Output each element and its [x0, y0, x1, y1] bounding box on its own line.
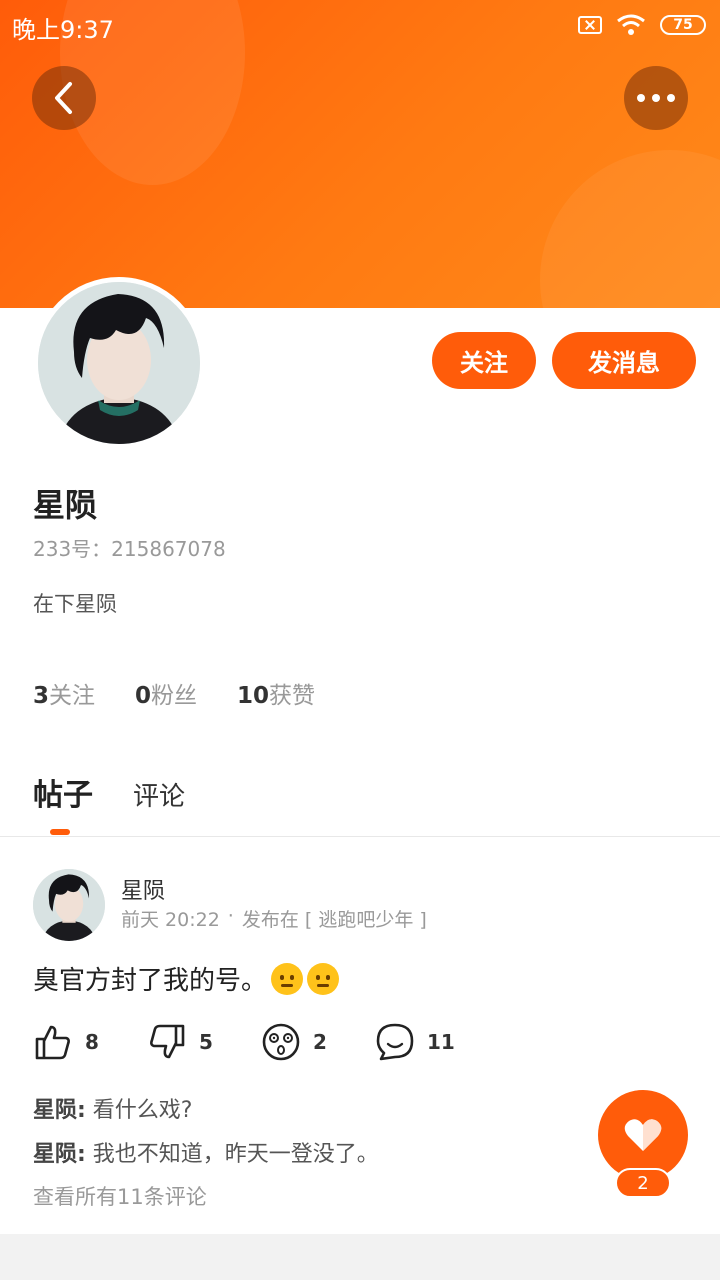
comment-count: 11 [427, 1030, 455, 1054]
comment-preview[interactable]: 星陨: 我也不知道，昨天一登没了。 [33, 1136, 379, 1168]
post-text: 臭官方封了我的号。 [33, 966, 268, 996]
like-count: 8 [85, 1030, 99, 1054]
avatar-image [38, 282, 200, 444]
meta-separator: · [227, 905, 234, 927]
thumbs-up-icon [35, 1025, 70, 1060]
comment-bubble-icon [376, 1023, 414, 1061]
more-button[interactable] [624, 66, 688, 130]
comment-text: 看什么戏? [85, 1098, 193, 1123]
more-dots-icon [637, 94, 675, 102]
post-time: 前天 20:22 [121, 909, 220, 931]
frown-emoji-icon [307, 962, 340, 995]
avatar-image [33, 869, 105, 941]
comment-author: 星陨: [33, 1142, 86, 1167]
status-icons: 75 [578, 14, 706, 36]
wifi-icon [617, 14, 645, 35]
stat-followers[interactable]: 0粉丝 [135, 676, 197, 710]
content-tabs: 帖子 评论 [33, 770, 185, 814]
dizzy-reaction-button[interactable]: 2 [261, 1022, 375, 1062]
banner-decoration [540, 150, 720, 308]
post-body[interactable]: 臭官方封了我的号。 [33, 960, 340, 997]
frown-emoji-icon [271, 962, 304, 995]
battery-level: 75 [673, 17, 693, 33]
like-fab-button[interactable] [598, 1090, 688, 1180]
profile-avatar[interactable] [33, 277, 205, 449]
back-button[interactable] [32, 66, 96, 130]
profile-name: 星陨 [33, 486, 98, 524]
status-bar: 晚上9:37 75 [0, 0, 720, 52]
profile-stats: 3关注 0粉丝 10获赞 [33, 676, 315, 710]
dislike-count: 5 [199, 1030, 213, 1054]
dislike-button[interactable]: 5 [147, 1022, 261, 1062]
tab-posts[interactable]: 帖子 [33, 770, 93, 814]
comment-button[interactable]: 11 [375, 1022, 489, 1062]
fab-like-count: 2 [615, 1168, 671, 1198]
send-message-button[interactable]: 发消息 [552, 332, 696, 389]
next-post-edge [0, 1234, 720, 1280]
view-all-comments-link[interactable]: 查看所有11条评论 [33, 1181, 207, 1211]
chevron-left-icon [55, 82, 72, 114]
comment-preview[interactable]: 星陨: 看什么戏? [33, 1092, 192, 1124]
post-author-avatar[interactable] [33, 869, 105, 941]
comment-author: 星陨: [33, 1098, 86, 1123]
comment-text: 我也不知道，昨天一登没了。 [85, 1142, 379, 1167]
heart-icon [624, 1119, 662, 1151]
dizzy-count: 2 [313, 1030, 327, 1054]
no-sim-icon [578, 16, 602, 34]
active-tab-indicator [50, 829, 70, 835]
battery-icon: 75 [660, 15, 706, 35]
post-meta: 前天 20:22 · 发布在 [ 逃跑吧少年 ] [121, 905, 427, 932]
profile-bio: 在下星陨 [33, 592, 117, 616]
tab-comments[interactable]: 评论 [133, 776, 185, 813]
status-time: 晚上9:37 [12, 16, 114, 44]
post-channel[interactable]: 发布在 [ 逃跑吧少年 ] [242, 905, 427, 932]
stat-following[interactable]: 3关注 [33, 676, 95, 710]
divider [0, 836, 720, 837]
post-author-name[interactable]: 星陨 [121, 873, 165, 905]
profile-uid: 233号：215867078 [33, 537, 226, 561]
like-button[interactable]: 8 [33, 1022, 147, 1062]
stat-likes: 10获赞 [237, 683, 316, 709]
dizzy-face-icon [262, 1023, 300, 1061]
post-actions: 8 5 2 11 [33, 1022, 489, 1062]
thumbs-down-icon [150, 1024, 185, 1059]
follow-button[interactable]: 关注 [432, 332, 536, 389]
